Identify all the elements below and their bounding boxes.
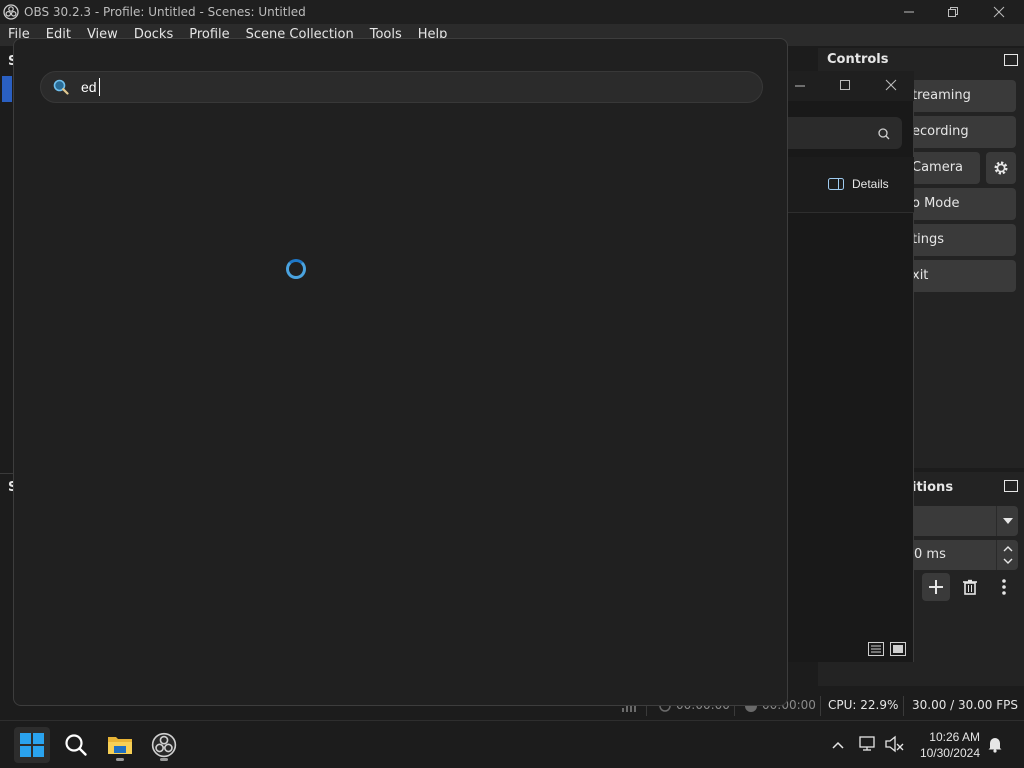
close-button[interactable] (976, 0, 1022, 24)
add-transition-button[interactable] (922, 573, 950, 601)
trash-icon (963, 579, 977, 595)
details-label: Details (852, 177, 889, 191)
transition-select-arrow[interactable] (996, 506, 1018, 536)
explorer-titlebar (786, 71, 914, 101)
taskbar: 10:26 AM 10/30/2024 (0, 720, 1024, 768)
loading-spinner-icon (286, 259, 306, 279)
details-pane-icon (828, 178, 844, 190)
exit-label: xit (912, 268, 929, 283)
windows-logo-icon (20, 733, 44, 757)
network-icon (859, 736, 875, 751)
duration-spinner[interactable] (996, 540, 1018, 570)
scene-item-selected[interactable] (2, 76, 12, 102)
minimize-icon[interactable] (794, 80, 806, 92)
maximize-icon[interactable] (839, 79, 851, 91)
search-icon (878, 128, 890, 140)
clock-time: 10:26 AM (929, 730, 980, 744)
taskbar-file-explorer[interactable] (102, 727, 138, 763)
window-title: OBS 30.2.3 - Profile: Untitled - Scenes:… (24, 5, 306, 19)
chevron-up-icon (832, 741, 844, 749)
dock-float-icon[interactable] (1004, 480, 1018, 492)
remove-transition-button[interactable] (958, 573, 982, 601)
start-streaming-label: treaming (912, 88, 971, 103)
more-vertical-icon (1002, 579, 1006, 595)
plus-icon (929, 580, 943, 594)
dock-float-icon[interactable] (1004, 54, 1018, 66)
gear-icon (994, 161, 1008, 175)
minimize-button[interactable] (886, 0, 932, 24)
explorer-search-box[interactable] (786, 117, 902, 149)
text-caret (99, 78, 100, 96)
chevron-up-icon (1003, 546, 1013, 552)
close-icon[interactable] (885, 79, 897, 91)
status-separator (820, 696, 821, 716)
obs-logo-icon (151, 732, 177, 758)
running-indicator (160, 758, 168, 761)
start-recording-label: ecording (912, 124, 969, 139)
virtual-camera-settings-button[interactable] (986, 152, 1016, 184)
folder-icon (108, 737, 132, 754)
speaker-muted-icon (885, 735, 904, 753)
explorer-toolbar: Details (786, 157, 914, 213)
status-separator (903, 696, 904, 716)
settings-label: tings (912, 232, 944, 247)
transition-duration-value: 0 ms (914, 547, 946, 562)
details-pane-button[interactable]: Details (828, 177, 889, 191)
minimize-icon (904, 11, 914, 13)
studio-mode-label: o Mode (912, 196, 960, 211)
taskbar-obs[interactable] (146, 727, 182, 763)
file-explorer-window: Details (786, 71, 914, 662)
chevron-down-icon (1002, 518, 1013, 524)
cpu-usage: CPU: 22.9% (828, 698, 899, 712)
search-icon (53, 79, 69, 95)
tile-view-icon[interactable] (890, 642, 906, 656)
search-popup: ed (13, 38, 788, 706)
fps-readout: 30.00 / 30.00 FPS (912, 698, 1018, 712)
list-view-icon[interactable] (868, 642, 884, 656)
volume-tray-button[interactable] (884, 735, 906, 755)
running-indicator (116, 758, 124, 761)
network-tray-button[interactable] (858, 735, 880, 755)
dock-divider (0, 473, 13, 474)
restore-button[interactable] (930, 0, 976, 24)
transition-properties-button[interactable] (994, 573, 1014, 601)
restore-icon (948, 7, 958, 17)
taskbar-clock[interactable]: 10:26 AM 10/30/2024 (920, 729, 980, 761)
notifications-button[interactable] (986, 735, 1008, 757)
close-icon (993, 6, 1005, 18)
clock-date: 10/30/2024 (919, 746, 980, 760)
taskbar-search-button[interactable] (58, 727, 94, 763)
search-icon (65, 734, 87, 756)
bell-icon (988, 738, 1002, 753)
show-hidden-icons-button[interactable] (828, 735, 848, 755)
controls-dock-title: Controls (827, 52, 889, 67)
virtual-camera-label: Camera (912, 160, 964, 175)
start-button[interactable] (14, 727, 50, 763)
scene-transitions-dock-title: itions (912, 480, 954, 495)
search-query: ed (81, 79, 97, 95)
search-input[interactable]: ed (40, 71, 763, 103)
obs-titlebar: OBS 30.2.3 - Profile: Untitled - Scenes:… (0, 0, 1024, 24)
chevron-down-icon (1003, 558, 1013, 564)
obs-logo-icon (3, 4, 19, 20)
